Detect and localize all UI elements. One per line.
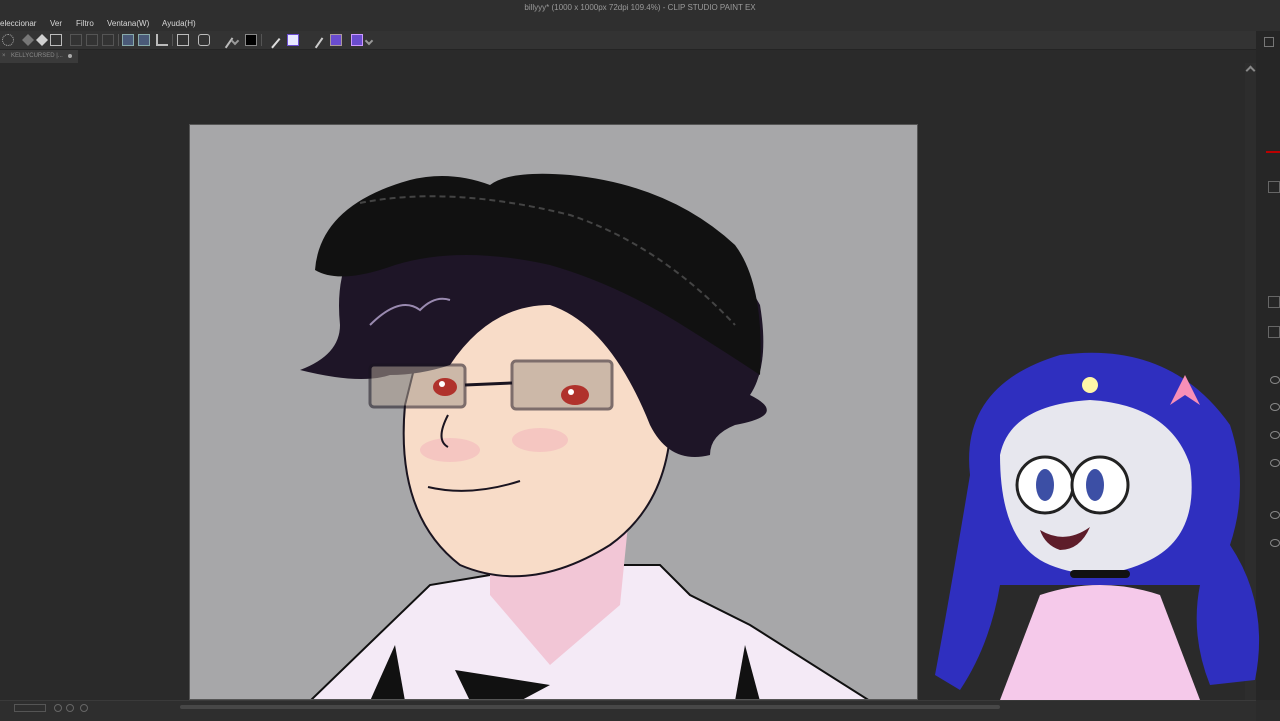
reset-icon[interactable] xyxy=(80,704,88,712)
chevron-down-icon[interactable] xyxy=(364,36,374,46)
eye-visibility-icon[interactable] xyxy=(1270,459,1280,467)
chevron-down-icon[interactable] xyxy=(230,36,240,46)
toolbar-separator xyxy=(261,34,262,46)
avatar-choker xyxy=(1070,570,1130,578)
pen-alt-icon[interactable] xyxy=(138,34,150,46)
ruler-icon[interactable] xyxy=(156,34,168,46)
transform-icon[interactable] xyxy=(50,34,62,46)
avatar-moon xyxy=(1082,377,1098,393)
panel-icon[interactable] xyxy=(1268,296,1280,308)
zoom-slider[interactable] xyxy=(14,704,46,712)
menu-item-help[interactable]: Ayuda(H) xyxy=(162,16,196,31)
menu-item-view[interactable]: Ver xyxy=(50,16,62,31)
crop-icon[interactable] xyxy=(36,34,48,46)
eye-visibility-icon[interactable] xyxy=(1270,511,1280,519)
blend-icon[interactable] xyxy=(70,34,82,46)
glasses-right xyxy=(510,359,614,411)
command-bar xyxy=(0,31,1280,50)
vtuber-avatar-overlay xyxy=(935,352,1260,700)
color-swatch-icon[interactable] xyxy=(245,34,257,46)
eye-visibility-icon[interactable] xyxy=(1270,431,1280,439)
artwork xyxy=(300,173,869,699)
scroll-up-icon[interactable] xyxy=(1245,65,1256,76)
close-icon[interactable]: × xyxy=(2,50,6,63)
glasses-bridge xyxy=(464,381,513,387)
blush-right xyxy=(512,428,568,452)
paste-alt-icon[interactable] xyxy=(102,34,114,46)
toolbar-separator xyxy=(172,34,173,46)
select-all-icon[interactable] xyxy=(2,34,14,46)
menu-item-filter[interactable]: Filtro xyxy=(76,16,94,31)
horizontal-scrollbar[interactable] xyxy=(180,705,1000,709)
paste-icon[interactable] xyxy=(86,34,98,46)
menu-item-select[interactable]: eleccionar xyxy=(0,16,36,31)
drawing-canvas[interactable] xyxy=(189,124,918,700)
eye-right xyxy=(561,385,589,405)
status-bar xyxy=(0,700,1256,721)
blush-left xyxy=(420,438,480,462)
menu-bar: eleccionar Ver Filtro Ventana(W) Ayuda(H… xyxy=(0,16,1280,31)
panel-icon[interactable] xyxy=(1268,181,1280,193)
move-icon[interactable] xyxy=(22,34,34,46)
title-bar: billyyy* (1000 x 1000px 72dpi 109.4%) - … xyxy=(0,0,1280,16)
eye-visibility-icon[interactable] xyxy=(1270,376,1280,384)
eye-visibility-icon[interactable] xyxy=(1270,403,1280,411)
lasso-icon[interactable] xyxy=(198,34,210,46)
panel-icon[interactable] xyxy=(1268,326,1280,338)
panel-toggle-icon[interactable] xyxy=(1264,37,1274,47)
brush-purple-icon[interactable] xyxy=(351,34,363,46)
panel-marker xyxy=(1266,151,1280,153)
document-tab-label: KELLYCURSED |... xyxy=(11,53,63,59)
brush-icon[interactable] xyxy=(330,34,342,46)
toolbar-separator xyxy=(118,34,119,46)
rotate-icon[interactable] xyxy=(54,704,62,712)
modified-dot-icon xyxy=(68,54,72,58)
pen-check-icon[interactable] xyxy=(122,34,134,46)
menu-item-window[interactable]: Ventana(W) xyxy=(107,16,149,31)
layer-icon[interactable] xyxy=(177,34,189,46)
rotate-icon[interactable] xyxy=(66,704,74,712)
window-title: billyyy* (1000 x 1000px 72dpi 109.4%) - … xyxy=(524,3,756,12)
document-tab[interactable]: × KELLYCURSED |... xyxy=(0,50,78,63)
pencil-icon[interactable] xyxy=(306,31,324,49)
eraser-icon[interactable] xyxy=(263,31,281,49)
avatar-sweater xyxy=(1000,585,1200,700)
fill-icon[interactable] xyxy=(287,34,299,46)
eye-left xyxy=(433,378,457,396)
eye-visibility-icon[interactable] xyxy=(1270,539,1280,547)
document-tab-bar: × KELLYCURSED |... xyxy=(0,50,1256,63)
